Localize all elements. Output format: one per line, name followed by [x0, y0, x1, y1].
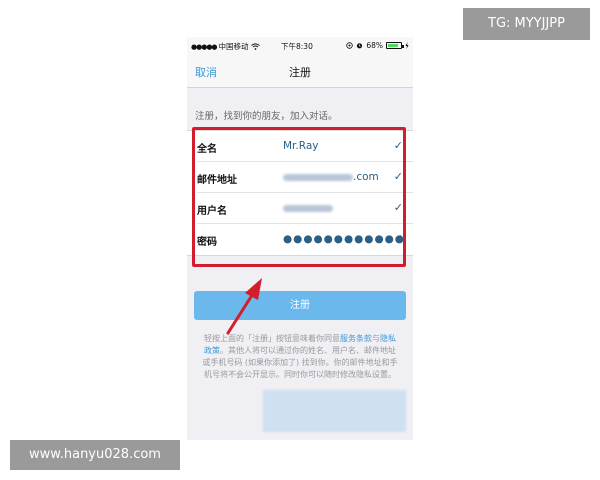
carrier-name: 中国移动	[218, 42, 249, 51]
page-title: 注册	[289, 66, 311, 79]
battery-percent: 68%	[366, 41, 383, 50]
red-highlight-box	[192, 127, 406, 267]
terms-of-service-link[interactable]: 服务条款	[340, 334, 372, 343]
nav-bar: 取消 注册	[187, 55, 413, 88]
register-button[interactable]: 注册	[194, 291, 406, 320]
blurred-region	[263, 390, 406, 432]
watermark-top: TG: MYYJJPP	[463, 8, 590, 40]
signal-icon: ●●●●●	[191, 42, 218, 51]
battery-icon	[386, 42, 404, 49]
alarm-icon	[357, 43, 363, 49]
wifi-icon	[250, 43, 260, 50]
status-bar: ●●●●● 中国移动 下午8:30 68%	[187, 37, 413, 55]
location-icon	[346, 42, 354, 49]
charging-icon	[405, 42, 409, 49]
battery-fill	[388, 44, 398, 47]
status-time: 下午8:30	[281, 42, 313, 51]
intro-text: 注册，找到你的朋友，加入对话。	[195, 111, 338, 122]
watermark-bottom: www.hanyu028.com	[10, 440, 180, 470]
terms-text: 轻按上面的「注册」按钮意味着你同意服务条款与隐私政策。其他人将可以通过你的姓名、…	[202, 334, 398, 379]
